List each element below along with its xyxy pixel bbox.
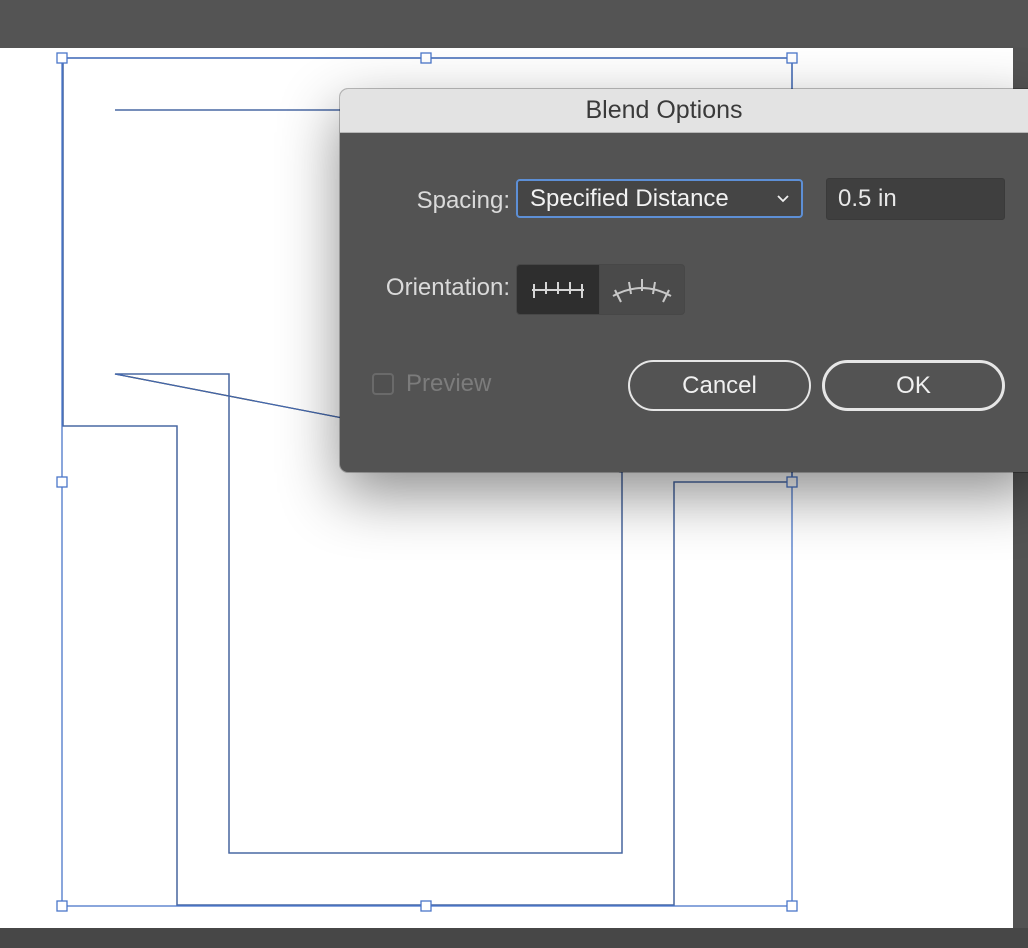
bounding-handle-middle-left[interactable] <box>56 476 68 488</box>
preview-label[interactable]: Preview <box>406 370 491 398</box>
dialog-title[interactable]: Blend Options <box>340 89 1028 133</box>
bounding-handle-top-left[interactable] <box>56 52 68 64</box>
preview-checkbox[interactable] <box>372 373 394 395</box>
ok-button[interactable]: OK <box>822 360 1005 411</box>
bounding-handle-middle-right[interactable] <box>786 476 798 488</box>
align-to-page-button[interactable] <box>516 264 600 315</box>
spacing-select[interactable]: Specified Distance <box>516 179 803 218</box>
align-to-path-button[interactable] <box>599 264 685 315</box>
bounding-handle-bottom-center[interactable] <box>420 900 432 912</box>
spacing-distance-input[interactable]: 0.5 in <box>826 178 1005 220</box>
blend-options-dialog: Blend Options Spacing: Specified Distanc… <box>340 89 1028 472</box>
orientation-label: Orientation: <box>385 274 510 301</box>
bounding-handle-top-right[interactable] <box>786 52 798 64</box>
align-to-path-icon <box>612 278 672 302</box>
chevron-down-icon <box>777 195 789 203</box>
cancel-button[interactable]: Cancel <box>628 360 811 411</box>
bounding-handle-bottom-right[interactable] <box>786 900 798 912</box>
bounding-handle-bottom-left[interactable] <box>56 900 68 912</box>
align-to-page-icon <box>532 281 584 298</box>
bounding-handle-top-center[interactable] <box>420 52 432 64</box>
spacing-label: Spacing: <box>416 187 510 214</box>
spacing-select-value: Specified Distance <box>530 184 729 212</box>
